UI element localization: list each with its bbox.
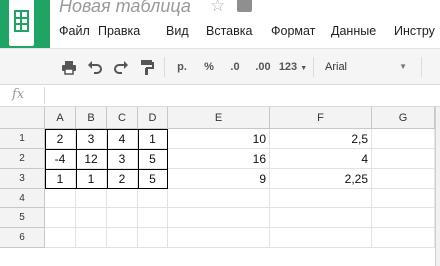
row-header-4[interactable]: 4	[0, 189, 45, 208]
cell-b5[interactable]	[76, 208, 107, 228]
cell-d2[interactable]: 5	[138, 149, 168, 169]
sheets-logo[interactable]	[0, 0, 50, 50]
cell-g5[interactable]	[372, 208, 435, 228]
spreadsheet-grid: A B C D E F G 1 2 3 4 1 10 2,5 2 -4 12 3 5 16 4 3 1 1 2 5 9 2,25 4 5 6	[0, 107, 440, 266]
decrease-decimals-button[interactable]: .0	[223, 58, 247, 76]
more-formats-label: 123	[278, 61, 298, 73]
undo-icon[interactable]	[86, 58, 104, 76]
cell-c5[interactable]	[107, 208, 138, 228]
menu-view[interactable]: Вид	[166, 24, 189, 38]
increase-decimals-label: .00	[255, 61, 271, 73]
toolbar: р. % .0 .00 123 ▼ Arial ▼	[0, 48, 440, 85]
row-header-3[interactable]: 3	[0, 169, 45, 189]
toolbar-separator	[164, 57, 165, 77]
cell-b3[interactable]: 1	[76, 169, 107, 189]
font-family-value: Arial	[325, 61, 348, 73]
menu-data[interactable]: Данные	[331, 24, 376, 38]
column-header-g[interactable]: G	[372, 107, 435, 129]
decrease-decimals-label: .0	[230, 61, 240, 73]
cell-d6[interactable]	[138, 228, 168, 248]
redo-icon[interactable]	[112, 58, 130, 76]
cell-b2[interactable]: 12	[76, 149, 107, 169]
cell-a5[interactable]	[45, 208, 76, 228]
cell-e3[interactable]: 9	[168, 169, 270, 189]
cell-e5[interactable]	[168, 208, 270, 228]
folder-icon[interactable]	[237, 0, 252, 12]
menu-file[interactable]: Файл	[59, 24, 90, 38]
cell-f4[interactable]	[270, 189, 372, 208]
vertical-scrollbar[interactable]	[435, 107, 440, 266]
cell-g6[interactable]	[372, 228, 435, 248]
cell-e6[interactable]	[168, 228, 270, 248]
cell-g2[interactable]	[372, 149, 435, 169]
column-header-c[interactable]: C	[107, 107, 138, 129]
cell-d4[interactable]	[138, 189, 168, 208]
cell-c4[interactable]	[107, 189, 138, 208]
formula-bar: fx	[0, 85, 440, 107]
cell-g1[interactable]	[372, 129, 435, 149]
cell-a4[interactable]	[45, 189, 76, 208]
cell-f2[interactable]: 4	[270, 149, 372, 169]
cell-d1[interactable]: 1	[138, 129, 168, 149]
toolbar-separator	[421, 57, 422, 77]
column-header-e[interactable]: E	[168, 107, 270, 129]
cell-c1[interactable]: 4	[107, 129, 138, 149]
row-header-6[interactable]: 6	[0, 228, 45, 248]
chevron-down-icon: ▼	[399, 62, 407, 71]
cell-f5[interactable]	[270, 208, 372, 228]
currency-format-button[interactable]: р.	[172, 58, 192, 76]
cell-b6[interactable]	[76, 228, 107, 248]
cell-a1[interactable]: 2	[45, 129, 76, 149]
chevron-down-icon: ▼	[300, 65, 308, 72]
cell-f1[interactable]: 2,5	[270, 129, 372, 149]
cell-c3[interactable]: 2	[107, 169, 138, 189]
percent-format-button[interactable]: %	[199, 58, 219, 76]
cell-b1[interactable]: 3	[76, 129, 107, 149]
cell-f6[interactable]	[270, 228, 372, 248]
cell-e4[interactable]	[168, 189, 270, 208]
font-family-select[interactable]: Arial ▼	[318, 58, 416, 76]
cell-d3[interactable]: 5	[138, 169, 168, 189]
cell-a6[interactable]	[45, 228, 76, 248]
row-header-2[interactable]: 2	[0, 149, 45, 169]
cell-b4[interactable]	[76, 189, 107, 208]
cell-a2[interactable]: -4	[45, 149, 76, 169]
column-header-d[interactable]: D	[138, 107, 168, 129]
column-header-b[interactable]: B	[76, 107, 107, 129]
cell-g3[interactable]	[372, 169, 435, 189]
select-all-corner[interactable]	[0, 107, 45, 129]
star-icon[interactable]: ☆	[210, 0, 225, 14]
cell-e2[interactable]: 16	[168, 149, 270, 169]
cell-c2[interactable]: 3	[107, 149, 138, 169]
sheets-logo-icon	[9, 0, 34, 46]
column-header-a[interactable]: A	[45, 107, 76, 129]
cell-e1[interactable]: 10	[168, 129, 270, 149]
print-icon[interactable]	[60, 58, 78, 76]
cell-a3[interactable]: 1	[45, 169, 76, 189]
paint-format-icon[interactable]	[138, 58, 156, 76]
cell-f3[interactable]: 2,25	[270, 169, 372, 189]
row-header-1[interactable]: 1	[0, 129, 45, 149]
cell-g4[interactable]	[372, 189, 435, 208]
row-header-5[interactable]: 5	[0, 208, 45, 228]
more-formats-button[interactable]: 123 ▼	[276, 58, 310, 76]
menu-edit[interactable]: Правка	[98, 24, 140, 38]
fx-icon: fx	[12, 87, 25, 102]
formula-input[interactable]	[50, 88, 435, 104]
menu-tools[interactable]: Инстру	[394, 24, 435, 38]
toolbar-separator	[313, 57, 314, 77]
document-title[interactable]: Новая таблица	[59, 0, 191, 17]
cell-c6[interactable]	[107, 228, 138, 248]
formula-bar-divider	[44, 87, 45, 104]
cell-d5[interactable]	[138, 208, 168, 228]
column-header-f[interactable]: F	[270, 107, 372, 129]
increase-decimals-button[interactable]: .00	[250, 58, 276, 76]
menu-format[interactable]: Формат	[271, 24, 315, 38]
menu-insert[interactable]: Вставка	[206, 24, 252, 38]
